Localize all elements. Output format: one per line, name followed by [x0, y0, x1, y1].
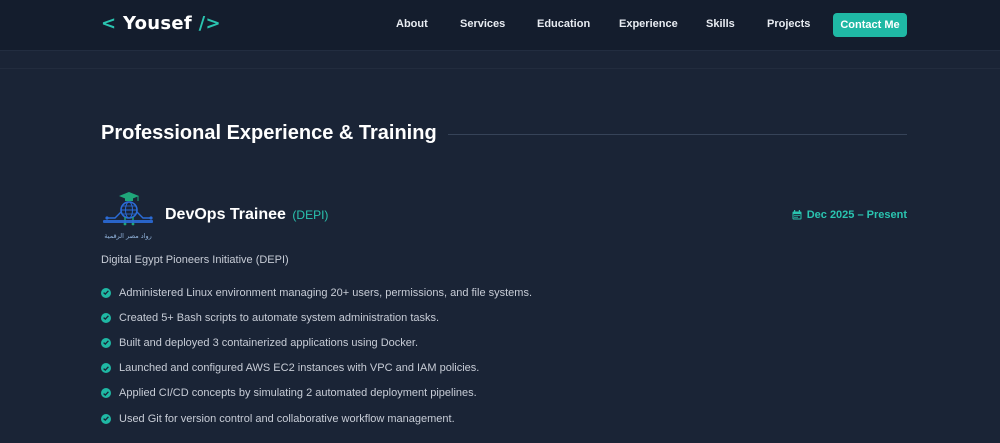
navbar: < Yousef /> About Services Education Exp… — [0, 0, 1000, 51]
calendar-icon — [792, 210, 802, 220]
depi-logo: رواد مصر الرقمية — [101, 190, 155, 242]
title-divider — [448, 134, 907, 135]
list-item-text: Built and deployed 3 containerized appli… — [119, 336, 419, 349]
nav-link-experience[interactable]: Experience — [619, 18, 678, 30]
check-circle-icon — [101, 388, 111, 399]
nav-link-services[interactable]: Services — [460, 18, 505, 30]
contact-me-button[interactable]: Contact Me — [833, 13, 907, 37]
depi-logo-caption: رواد مصر الرقمية — [104, 232, 152, 240]
check-circle-icon — [101, 287, 111, 298]
check-circle-icon — [101, 337, 111, 348]
organization-name: Digital Egypt Pioneers Initiative (DEPI) — [101, 254, 289, 266]
experience-date: Dec 2025 – Present — [792, 209, 907, 221]
experience-role: DevOps Trainee (DEPI) — [165, 206, 328, 224]
list-item-text: Administered Linux environment managing … — [119, 286, 533, 299]
check-circle-icon — [101, 363, 111, 374]
role-org-short: (DEPI) — [292, 208, 329, 222]
check-circle-icon — [101, 312, 111, 323]
nav-link-skills[interactable]: Skills — [706, 18, 735, 30]
list-item-text: Created 5+ Bash scripts to automate syst… — [119, 311, 440, 324]
list-item-text: Launched and configured AWS EC2 instance… — [119, 362, 480, 375]
section-title: Professional Experience & Training — [101, 122, 437, 144]
depi-logo-graphic: رواد مصر الرقمية — [103, 192, 153, 240]
achievement-list: Administered Linux environment managing … — [101, 280, 532, 431]
list-item: Created 5+ Bash scripts to automate syst… — [101, 305, 532, 330]
date-text: Dec 2025 – Present — [806, 209, 907, 221]
nav-link-projects[interactable]: Projects — [767, 18, 810, 30]
list-item: Launched and configured AWS EC2 instance… — [101, 356, 532, 381]
divider — [0, 68, 1000, 69]
nav-link-about[interactable]: About — [396, 18, 428, 30]
list-item: Administered Linux environment managing … — [101, 280, 532, 305]
list-item: Built and deployed 3 containerized appli… — [101, 330, 532, 355]
list-item-text: Applied CI/CD concepts by simulating 2 a… — [119, 387, 477, 400]
role-name: DevOps Trainee — [165, 206, 286, 223]
nav-link-education[interactable]: Education — [537, 18, 590, 30]
nav-links: About Services Education Experience Skil… — [0, 0, 1000, 51]
check-circle-icon — [101, 413, 111, 424]
list-item-text: Used Git for version control and collabo… — [119, 412, 455, 425]
list-item: Applied CI/CD concepts by simulating 2 a… — [101, 381, 532, 406]
list-item: Used Git for version control and collabo… — [101, 406, 532, 431]
